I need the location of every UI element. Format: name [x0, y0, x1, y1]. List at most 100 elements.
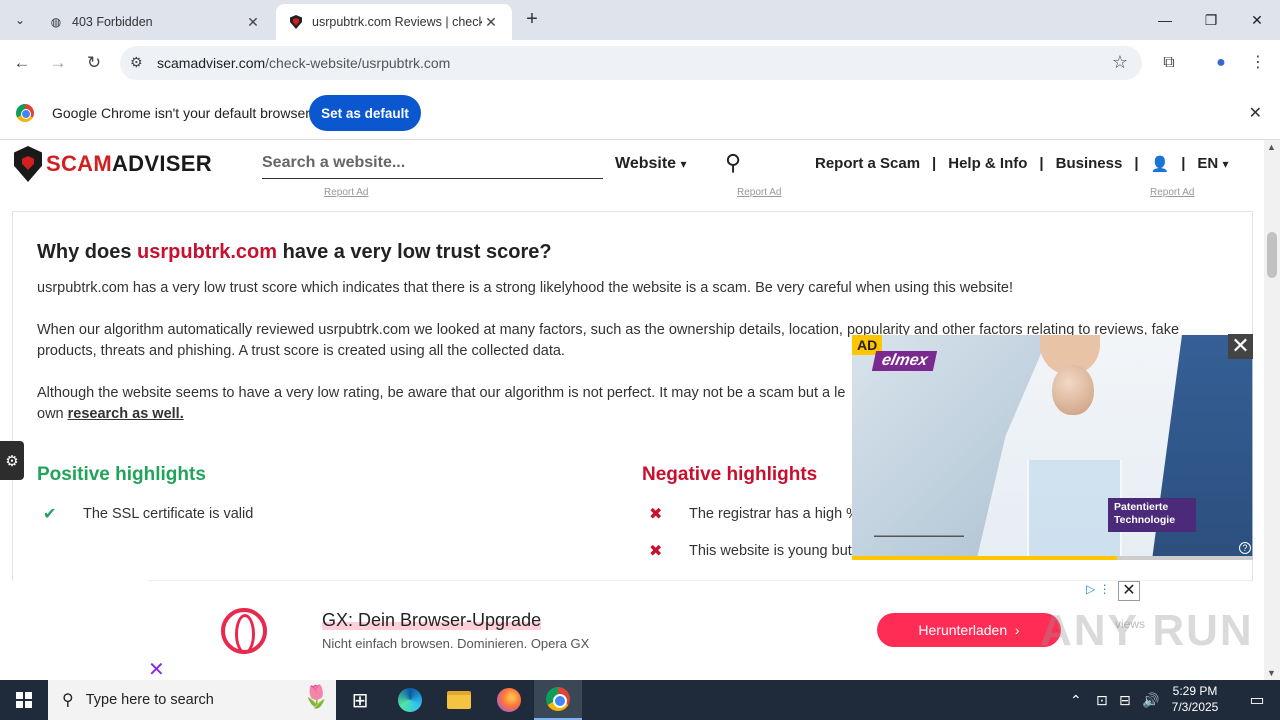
site-info-icon[interactable]: ⚙: [130, 54, 143, 71]
taskbar-file-explorer[interactable]: [435, 680, 483, 720]
disclaimer-text-line2: own: [37, 406, 68, 422]
tab-title: usrpubtrk.com Reviews | check: [312, 15, 482, 29]
banner-title-text: GX: Dein Browser-Upgrade: [322, 610, 542, 630]
taskbar-chrome[interactable]: [534, 680, 582, 720]
nav-report-scam[interactable]: Report a Scam: [815, 155, 920, 173]
chrome-icon: [546, 687, 570, 711]
report-ad-link[interactable]: Report Ad: [1150, 187, 1194, 198]
tab-403-forbidden[interactable]: ◍ 403 Forbidden ✕: [36, 4, 274, 40]
edge-icon: [398, 688, 422, 712]
anyrun-watermark: ANY RUN: [1040, 606, 1254, 655]
nav-business[interactable]: Business: [1056, 155, 1123, 173]
search-icon[interactable]: ⚲: [725, 150, 741, 176]
ad-x-icon[interactable]: ✕: [148, 657, 165, 682]
menu-kebab-icon[interactable]: ⋮: [1246, 51, 1270, 75]
download-button-label: Herunterladen: [918, 622, 1008, 638]
folder-icon: [447, 691, 471, 709]
taskbar-firefox[interactable]: [485, 680, 533, 720]
logo-shield-icon: [14, 146, 42, 182]
research-link[interactable]: research as well.: [68, 406, 184, 422]
chrome-logo-icon: [16, 104, 34, 122]
language-selector[interactable]: EN ▾: [1197, 155, 1228, 173]
banner-title: GX: Dein Browser-Upgrade: [322, 610, 542, 631]
scroll-down-arrow-icon[interactable]: ▼: [1267, 668, 1276, 678]
negative-highlight-item: ✖ This website is young but a: [649, 541, 864, 561]
highlight-text: The registrar has a high %: [689, 506, 860, 522]
search-scope-dropdown[interactable]: Website ▾: [615, 155, 687, 173]
negative-highlights-heading: Negative highlights: [642, 464, 818, 485]
new-tab-button[interactable]: +: [520, 8, 544, 32]
scamadviser-logo[interactable]: SCAMADVISER: [14, 146, 212, 182]
logo-text-adviser: ADVISER: [111, 151, 212, 176]
infobar-message: Google Chrome isn't your default browser: [52, 105, 310, 121]
close-window-button[interactable]: ✕: [1234, 0, 1280, 40]
scroll-up-arrow-icon[interactable]: ▲: [1267, 142, 1276, 152]
notification-center-icon[interactable]: ▭: [1234, 680, 1280, 720]
site-nav: Report a Scam | Help & Info | Business |…: [815, 155, 1228, 173]
forward-button[interactable]: →: [46, 51, 70, 75]
bookmark-star-icon[interactable]: ☆: [1112, 52, 1128, 73]
tab-scamadviser[interactable]: usrpubtrk.com Reviews | check ✕: [276, 4, 512, 40]
taskbar-search-box[interactable]: ⚲ Type here to search 🌷: [48, 680, 336, 720]
ad-info-icon[interactable]: ?: [1239, 542, 1251, 554]
heading-pre: Why does: [37, 241, 138, 263]
minimize-button[interactable]: —: [1142, 0, 1188, 40]
site-search-input[interactable]: Search a website...: [262, 152, 603, 179]
taskbar-clock[interactable]: 5:29 PM 7/3/2025: [1158, 683, 1232, 715]
url-path: /check-website/usrpubtrk.com: [265, 55, 451, 71]
profile-icon[interactable]: ●: [1209, 51, 1233, 75]
report-ad-link[interactable]: Report Ad: [324, 187, 368, 198]
url-text[interactable]: scamadviser.com/check-website/usrpubtrk.…: [157, 55, 450, 71]
back-button[interactable]: ←: [10, 51, 34, 75]
adchoices-icon[interactable]: ▷ ⋮: [1086, 582, 1111, 596]
search-placeholder: Search a website...: [262, 154, 406, 171]
checkmark-icon: ✔: [43, 506, 57, 523]
site-header: SCAMADVISER Search a website... Website …: [0, 140, 1264, 190]
firefox-icon: [497, 688, 521, 712]
opera-gx-logo-icon: [221, 608, 267, 654]
reload-button[interactable]: ↻: [82, 51, 106, 75]
taskbar-edge[interactable]: [386, 680, 434, 720]
nav-separator: |: [1181, 155, 1186, 172]
url-host: scamadviser.com: [157, 55, 266, 71]
extensions-icon[interactable]: ⧉: [1157, 51, 1181, 75]
search-scope-label: Website: [615, 155, 677, 172]
start-button[interactable]: [0, 680, 48, 720]
user-account-icon[interactable]: 👤: [1151, 155, 1170, 173]
tray-network-device-icon[interactable]: ⊡: [1096, 680, 1108, 720]
video-ad[interactable]: AD elmex Patentierte Technologie ▬▬▬▬▬▬▬▬…: [852, 335, 1253, 560]
tab-title: 403 Forbidden: [72, 15, 153, 29]
restore-button[interactable]: ❐: [1188, 0, 1234, 40]
ad-fineprint: ▬▬▬▬▬▬▬▬▬▬▬▬▬▬▬▬▬▬: [874, 533, 964, 539]
task-view-icon[interactable]: ⊞: [336, 680, 384, 720]
set-as-default-button[interactable]: Set as default: [309, 95, 421, 131]
chevron-down-icon: ⌄: [14, 13, 26, 27]
tray-volume-icon[interactable]: 🔊: [1142, 680, 1159, 720]
windows-taskbar: ⚲ Type here to search 🌷 ⊞ ⌃ ⊡ ⊟ 🔊 5:29 P…: [0, 680, 1280, 720]
report-ad-link[interactable]: Report Ad: [737, 187, 781, 198]
windows-logo-icon: [16, 692, 32, 708]
scroll-thumb[interactable]: [1267, 232, 1277, 278]
download-button[interactable]: Herunterladen ›: [877, 613, 1061, 647]
page-scrollbar[interactable]: ▲ ▼: [1264, 140, 1280, 680]
nav-help-info[interactable]: Help & Info: [948, 155, 1027, 173]
nav-separator: |: [932, 155, 937, 172]
chevron-down-icon: ▾: [1222, 157, 1229, 171]
positive-highlights-heading: Positive highlights: [37, 464, 206, 485]
tray-network-icon[interactable]: ⊟: [1119, 680, 1131, 720]
tab-close-icon[interactable]: ✕: [482, 14, 500, 31]
nav-separator: |: [1134, 155, 1139, 172]
disclaimer-text: Although the website seems to have a ver…: [37, 385, 846, 401]
tab-search-button[interactable]: ⌄: [8, 8, 32, 32]
infobar-close-icon[interactable]: ✕: [1249, 103, 1262, 123]
cookie-settings-gear-icon[interactable]: ⚙: [0, 441, 24, 480]
cross-icon: ✖: [649, 506, 663, 523]
tab-close-icon[interactable]: ✕: [244, 14, 262, 31]
highlight-text: This website is young but a: [689, 543, 864, 559]
language-label: EN: [1197, 155, 1219, 172]
tray-chevron-up-icon[interactable]: ⌃: [1070, 680, 1082, 720]
search-icon: ⚲: [62, 692, 74, 709]
banner-ad-close-button[interactable]: ✕: [1118, 581, 1140, 601]
video-ad-close-button[interactable]: ✕: [1228, 334, 1253, 359]
address-bar[interactable]: ⚙ scamadviser.com/check-website/usrpubtr…: [120, 46, 1142, 80]
